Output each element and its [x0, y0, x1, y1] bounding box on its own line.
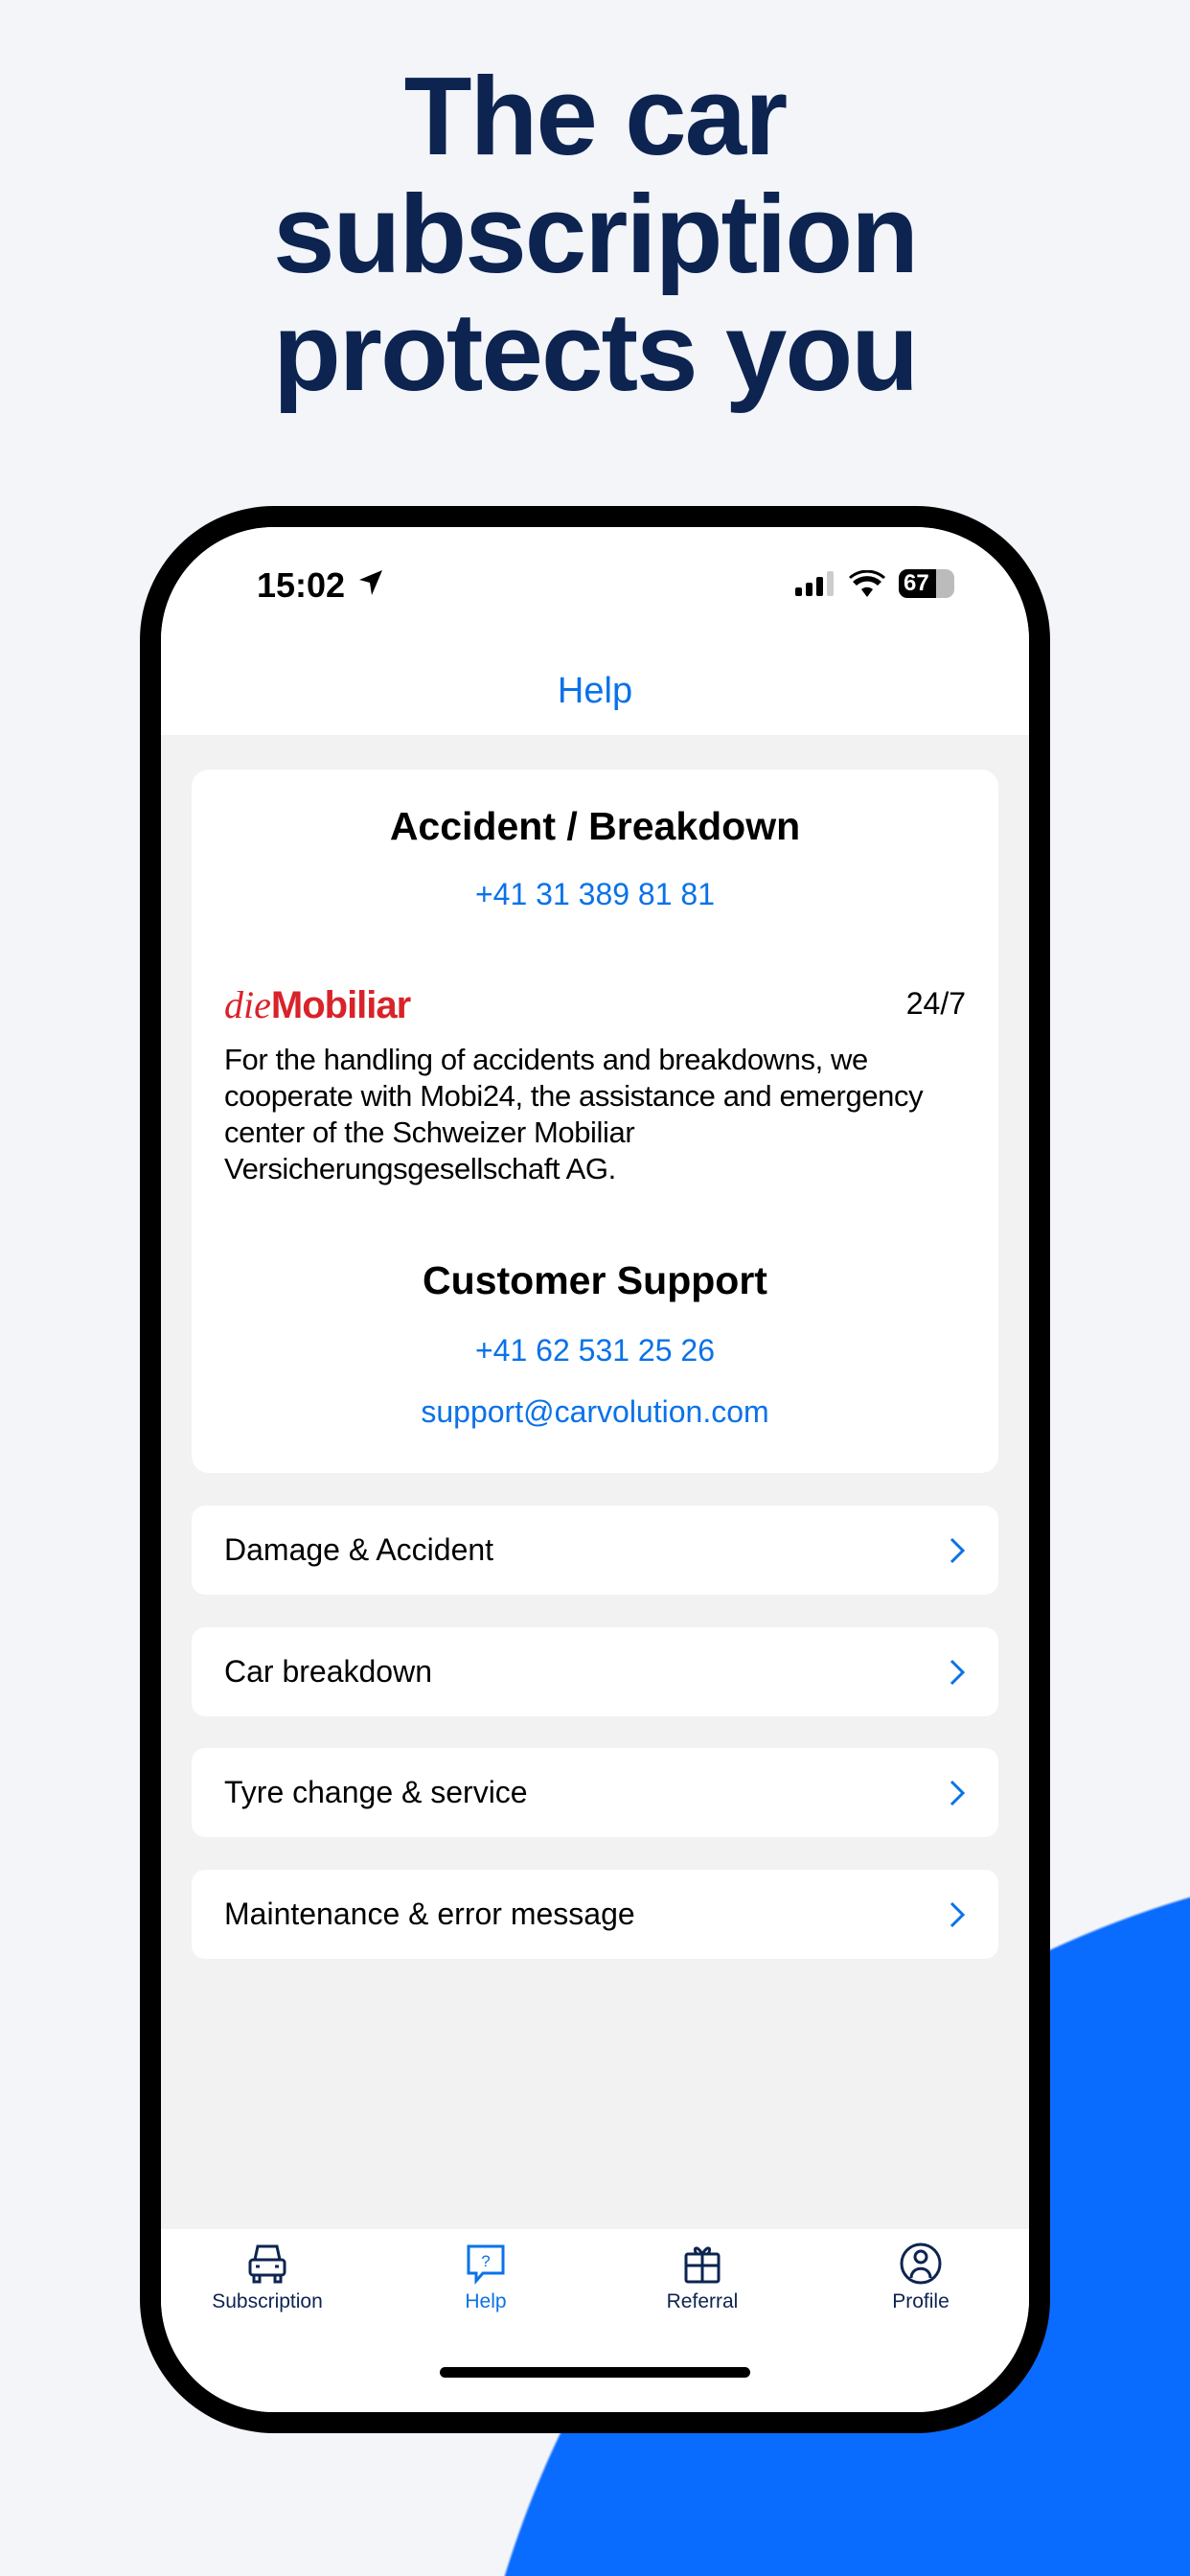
- chevron-right-icon: [950, 1780, 966, 1806]
- header: 15:02 67 Help: [161, 527, 1029, 735]
- wifi-icon: [849, 570, 885, 597]
- gift-icon: [684, 2246, 721, 2284]
- car-icon: [248, 2244, 286, 2284]
- battery-icon: 67: [899, 569, 954, 598]
- chevron-right-icon: [950, 1537, 966, 1563]
- menu-item-damage-accident[interactable]: Damage & Accident: [192, 1506, 998, 1595]
- menu-item-car-breakdown[interactable]: Car breakdown: [192, 1627, 998, 1716]
- logo-name: Mobiliar: [270, 984, 411, 1026]
- svg-text:?: ?: [481, 2252, 490, 2270]
- tab-label: Profile: [892, 2290, 950, 2312]
- headline-line: The car: [403, 54, 789, 178]
- tab-label: Referral: [666, 2290, 739, 2312]
- profile-icon: [900, 2242, 942, 2285]
- headline-line: subscription: [272, 172, 919, 296]
- tab-help[interactable]: ? Help: [390, 2242, 582, 2313]
- status-icons: 67: [795, 569, 954, 598]
- tab-label: Subscription: [212, 2290, 323, 2312]
- support-title: Customer Support: [423, 1258, 767, 1302]
- home-indicator[interactable]: [440, 2367, 750, 2378]
- logo-prefix: die: [224, 983, 271, 1026]
- tab-profile[interactable]: Profile: [825, 2242, 1017, 2313]
- headline: The car subscription protects you: [0, 58, 1190, 411]
- menu-item-maintenance[interactable]: Maintenance & error message: [192, 1870, 998, 1959]
- battery-level: 67: [904, 570, 929, 596]
- help-bubble-icon: ?: [467, 2244, 505, 2285]
- mobiliar-logo: dieMobiliar: [224, 982, 411, 1027]
- phone-frame: 15:02 67 Help Accident / Breakdown +41 3…: [140, 506, 1050, 2433]
- tab-subscription[interactable]: Subscription: [172, 2242, 363, 2313]
- tab-bar: Subscription ? Help Referral Profile: [161, 2229, 1029, 2412]
- status-time: 15:02: [257, 565, 346, 605]
- menu-item-label: Tyre change & service: [224, 1775, 528, 1809]
- phone-screen: 15:02 67 Help Accident / Breakdown +41 3…: [161, 527, 1029, 2412]
- location-arrow-icon: [359, 570, 382, 595]
- signal-icon: [795, 571, 834, 596]
- accident-phone-link[interactable]: +41 31 389 81 81: [192, 877, 998, 912]
- chevron-right-icon: [950, 1659, 966, 1685]
- menu-item-label: Maintenance & error message: [224, 1897, 635, 1931]
- tab-label: Help: [465, 2290, 507, 2312]
- support-phone-link[interactable]: +41 62 531 25 26: [192, 1333, 998, 1368]
- availability: 24/7: [905, 986, 966, 1021]
- contact-card: Accident / Breakdown +41 31 389 81 81 di…: [192, 770, 998, 1473]
- tab-referral[interactable]: Referral: [606, 2242, 798, 2313]
- accident-title: Accident / Breakdown: [389, 804, 801, 848]
- chevron-right-icon: [950, 1901, 966, 1927]
- page-title: Help: [557, 671, 633, 711]
- menu-item-label: Damage & Accident: [224, 1532, 494, 1567]
- support-email-link[interactable]: support@carvolution.com: [192, 1394, 998, 1430]
- menu-item-tyre-change[interactable]: Tyre change & service: [192, 1748, 998, 1837]
- partner-description: For the handling of accidents and breakd…: [224, 1043, 924, 1185]
- menu-item-label: Car breakdown: [224, 1654, 432, 1689]
- headline-line: protects you: [272, 289, 919, 414]
